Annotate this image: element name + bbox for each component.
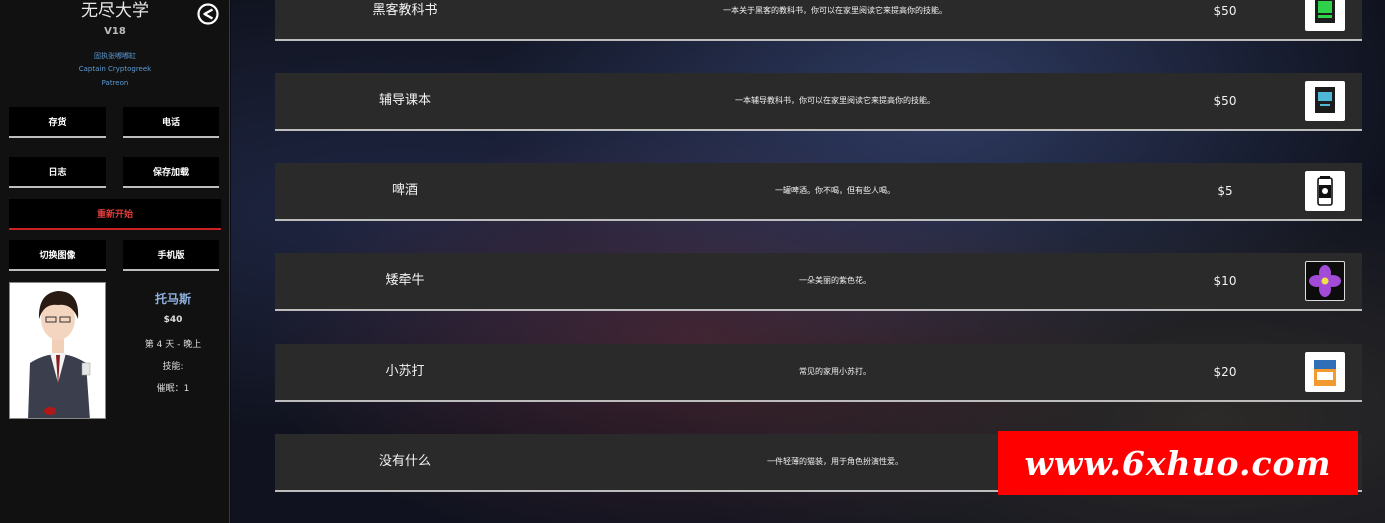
purple-flower-icon [1305, 261, 1345, 301]
shop-item-row[interactable]: 啤酒 一罐啤酒。你不喝，但有些人喝。 $5 [275, 163, 1362, 221]
back-arrow-icon[interactable] [197, 3, 219, 25]
shop-item-row[interactable]: 小苏打 常见的家用小苏打。 $20 [275, 344, 1362, 402]
item-description: 一罐啤酒。你不喝，但有些人喝。 [775, 186, 895, 195]
hacking-book-icon [1305, 0, 1345, 31]
item-description: 常见的家用小苏打。 [799, 367, 871, 376]
item-name: 没有什么 [378, 454, 431, 469]
item-price: $20 [1213, 365, 1237, 379]
switch-image-button[interactable]: 切换图像 [9, 240, 106, 271]
item-description: 一朵美丽的紫色花。 [799, 276, 871, 285]
phone-button[interactable]: 电话 [123, 107, 219, 138]
item-name: 黑客教科书 [372, 3, 438, 18]
shop-item-row[interactable]: 黑客教科书 一本关于黑客的教科书，你可以在家里阅读它来提高你的技能。 $50 [275, 0, 1362, 41]
item-name: 啤酒 [391, 183, 418, 198]
item-description: 一本辅导教科书，你可以在家里阅读它来提高你的技能。 [735, 96, 935, 105]
inventory-button[interactable]: 存货 [9, 107, 106, 138]
item-price: $50 [1213, 4, 1237, 18]
item-price: $50 [1213, 94, 1237, 108]
tutoring-book-icon [1305, 81, 1345, 121]
hypnosis-skill: 催眠：1 [156, 384, 190, 394]
item-price: $10 [1213, 274, 1237, 288]
item-price: $5 [1217, 184, 1233, 198]
credit-link-author[interactable]: 固执张嘟嘟缸 [0, 51, 230, 61]
beer-can-icon [1305, 171, 1345, 211]
watermark-banner: www.6xhuo.com [998, 431, 1358, 495]
credit-link-translator[interactable]: Captain Cryptogreek [0, 65, 230, 73]
item-name: 矮牵牛 [385, 273, 425, 288]
shop-item-row[interactable]: 辅导课本 一本辅导教科书，你可以在家里阅读它来提高你的技能。 $50 [275, 73, 1362, 131]
item-description: 一本关于黑客的教科书，你可以在家里阅读它来提高你的技能。 [723, 6, 947, 15]
skills-label: 技能: [162, 362, 184, 372]
app-title: 无尽大学 [81, 1, 149, 21]
item-name: 小苏打 [385, 364, 425, 379]
character-portrait [9, 282, 106, 419]
character-name: 托马斯 [154, 292, 191, 306]
money-value: $40 [163, 315, 183, 325]
credit-link-patreon[interactable]: Patreon [0, 79, 230, 87]
save-load-button[interactable]: 保存加载 [123, 157, 219, 188]
journal-button[interactable]: 日志 [9, 157, 106, 188]
mobile-version-button[interactable]: 手机版 [123, 240, 219, 271]
restart-button[interactable]: 重新开始 [9, 199, 221, 230]
day-time-status: 第 4 天 - 晚上 [144, 340, 202, 350]
shop-item-row[interactable]: 矮牵牛 一朵美丽的紫色花。 $10 [275, 253, 1362, 311]
sidebar: 无尽大学 V18 固执张嘟嘟缸 Captain Cryptogreek Patr… [0, 0, 230, 523]
app-version: V18 [104, 26, 126, 37]
item-name: 辅导课本 [378, 93, 431, 108]
baking-soda-icon [1305, 352, 1345, 392]
